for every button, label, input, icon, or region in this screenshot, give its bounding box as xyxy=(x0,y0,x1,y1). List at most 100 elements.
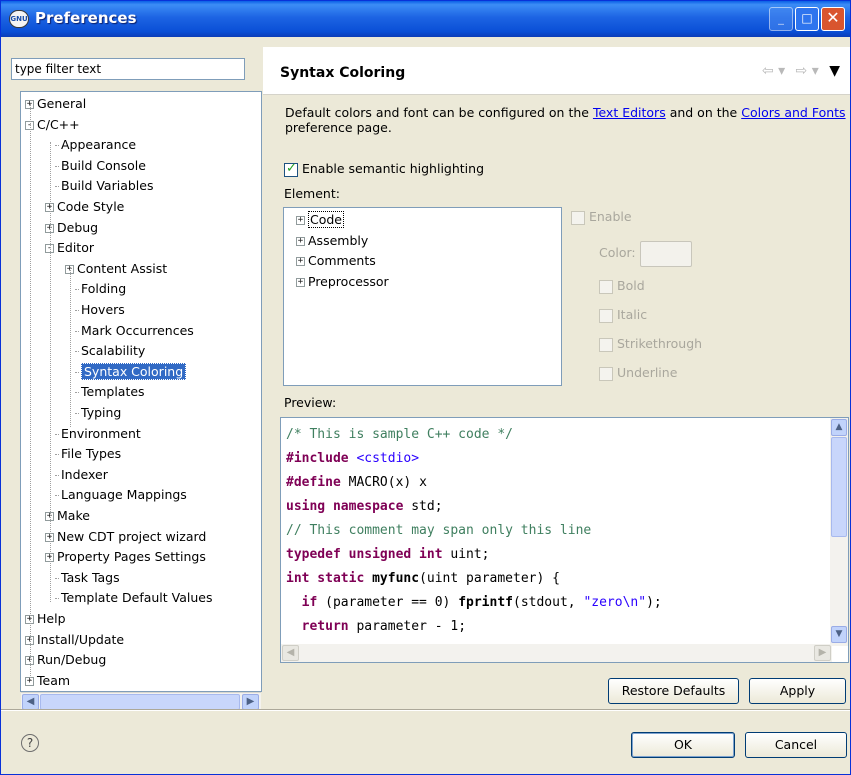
italic-checkbox[interactable] xyxy=(599,308,613,323)
restore-defaults-button[interactable]: Restore Defaults xyxy=(608,678,739,704)
scroll-thumb[interactable] xyxy=(831,437,847,537)
semantic-highlighting-option[interactable]: Enable semantic highlighting xyxy=(284,161,484,177)
tree-item[interactable]: Mark Occurrences xyxy=(75,321,194,341)
expand-icon[interactable]: + xyxy=(296,236,305,246)
ok-button[interactable]: OK xyxy=(631,732,735,758)
underline-checkbox[interactable] xyxy=(599,366,613,381)
tree-item[interactable]: Build Console xyxy=(55,156,146,176)
element-item[interactable]: + Comments xyxy=(296,251,376,271)
tree-item[interactable]: - C/C++ xyxy=(25,115,80,135)
tree-connector xyxy=(75,310,79,311)
tree-item[interactable]: - Editor xyxy=(45,238,94,258)
page-title: Syntax Coloring xyxy=(280,65,406,81)
tree-item[interactable]: Template Default Values xyxy=(55,588,213,608)
window-title: Preferences xyxy=(35,9,137,27)
scroll-up-icon[interactable]: ▲ xyxy=(831,419,847,436)
tree-connector xyxy=(75,351,79,353)
tree-item-label: Property Pages Settings xyxy=(57,549,206,565)
style-option-italic[interactable]: Italic xyxy=(599,307,647,323)
scroll-right-icon[interactable]: ▶ xyxy=(814,645,831,661)
text-editors-link[interactable]: Text Editors xyxy=(593,105,666,120)
tree-item[interactable]: + Make xyxy=(45,506,90,526)
tree-item[interactable]: + Debug xyxy=(45,218,98,238)
tree-guide-line xyxy=(70,267,71,427)
tree-item-label: Editor xyxy=(57,240,94,256)
tree-connector xyxy=(75,330,79,332)
maximize-button[interactable]: □ xyxy=(795,7,819,31)
color-picker-button[interactable] xyxy=(639,240,692,267)
tree-item[interactable]: Folding xyxy=(75,279,126,299)
enable-option[interactable]: Enable xyxy=(571,209,632,225)
bold-checkbox[interactable] xyxy=(599,279,613,294)
forward-arrow-icon[interactable]: ⇨ xyxy=(796,63,808,79)
tree-item-label: Install/Update xyxy=(37,631,125,647)
expand-icon[interactable]: + xyxy=(296,257,305,266)
element-item[interactable]: + Preprocessor xyxy=(296,272,389,292)
preview-horizontal-scrollbar[interactable]: ◀ ▶ xyxy=(281,644,832,662)
semantic-highlighting-checkbox[interactable] xyxy=(284,161,298,177)
cancel-button[interactable]: Cancel xyxy=(745,732,847,758)
tree-item[interactable]: Language Mappings xyxy=(55,485,187,505)
tree-horizontal-scrollbar[interactable]: ◀ ▶ xyxy=(21,692,261,710)
tree-item[interactable]: Scalability xyxy=(75,341,145,361)
back-arrow-icon[interactable]: ⇦ xyxy=(762,63,774,79)
tree-item[interactable]: Hovers xyxy=(75,300,125,320)
code-preview[interactable]: /* This is sample C++ code */ #include <… xyxy=(280,417,849,663)
tree-item[interactable]: + Install/Update xyxy=(25,630,124,650)
tree-item[interactable]: + Help xyxy=(25,609,66,629)
element-item[interactable]: + Assembly xyxy=(296,231,368,251)
tree-item[interactable]: + New CDT project wizard xyxy=(45,527,206,547)
tree-item[interactable]: Syntax Coloring xyxy=(75,362,187,382)
tree-item-label: New CDT project wizard xyxy=(57,528,207,544)
expand-icon[interactable]: + xyxy=(296,216,305,225)
tree-item[interactable]: Indexer xyxy=(55,465,108,485)
view-menu-icon[interactable]: ▼ xyxy=(829,63,840,79)
element-item-label: Code xyxy=(308,211,345,228)
style-option-underline[interactable]: Underline xyxy=(599,365,677,381)
tree-item[interactable]: + General xyxy=(25,94,86,114)
tree-connector xyxy=(55,454,59,456)
tree-item[interactable]: Templates xyxy=(75,382,145,402)
tree-item-label: Template Default Values xyxy=(61,590,213,606)
tree-item[interactable]: Typing xyxy=(75,403,121,423)
tree-item[interactable]: + Team xyxy=(25,671,70,691)
tree-item-label: Build Console xyxy=(61,157,146,173)
tree-item[interactable]: Environment xyxy=(55,424,141,444)
scroll-thumb[interactable] xyxy=(40,694,240,710)
tree-connector xyxy=(75,289,79,291)
scroll-right-icon[interactable]: ▶ xyxy=(242,694,259,710)
expand-icon[interactable]: + xyxy=(296,277,305,287)
scroll-left-icon[interactable]: ◀ xyxy=(282,645,299,661)
help-icon[interactable]: ? xyxy=(21,734,39,752)
back-dropdown-icon[interactable]: ▾ xyxy=(778,63,785,79)
enable-checkbox[interactable] xyxy=(571,210,585,225)
colors-and-fonts-link[interactable]: Colors and Fonts xyxy=(741,105,845,120)
scroll-down-icon[interactable]: ▼ xyxy=(831,626,847,643)
forward-dropdown-icon[interactable]: ▾ xyxy=(812,63,819,79)
title-bar[interactable]: GNU Preferences _ □ ✕ xyxy=(1,1,850,37)
tree-item[interactable]: + Code Style xyxy=(45,197,124,217)
tree-item[interactable]: + Run/Debug xyxy=(25,650,106,670)
strikethrough-checkbox[interactable] xyxy=(599,337,613,352)
tree-item-label: Run/Debug xyxy=(37,652,107,668)
tree-item-label: Syntax Coloring xyxy=(81,362,187,380)
style-option-bold[interactable]: Bold xyxy=(599,278,645,294)
tree-item[interactable]: Task Tags xyxy=(55,568,120,588)
tree-item[interactable]: Build Variables xyxy=(55,176,153,196)
tree-item[interactable]: Appearance xyxy=(55,135,136,155)
element-item[interactable]: + Code xyxy=(296,210,345,230)
code-sample: /* This is sample C++ code */ #include <… xyxy=(286,427,662,658)
style-option-strikethrough[interactable]: Strikethrough xyxy=(599,336,702,352)
filter-input[interactable] xyxy=(11,58,245,80)
close-button[interactable]: ✕ xyxy=(821,7,845,31)
apply-button[interactable]: Apply xyxy=(749,678,846,704)
preview-vertical-scrollbar[interactable]: ▲ ▼ xyxy=(830,418,848,646)
tree-item-label: Hovers xyxy=(81,302,125,317)
tree-item[interactable]: File Types xyxy=(55,444,121,464)
tree-connector xyxy=(55,495,59,497)
tree-item[interactable]: + Content Assist xyxy=(65,259,167,279)
tree-item-label: Scalability xyxy=(81,343,146,359)
scroll-left-icon[interactable]: ◀ xyxy=(22,694,39,710)
tree-item-label: Templates xyxy=(81,384,145,400)
tree-item[interactable]: + Property Pages Settings xyxy=(45,547,206,567)
